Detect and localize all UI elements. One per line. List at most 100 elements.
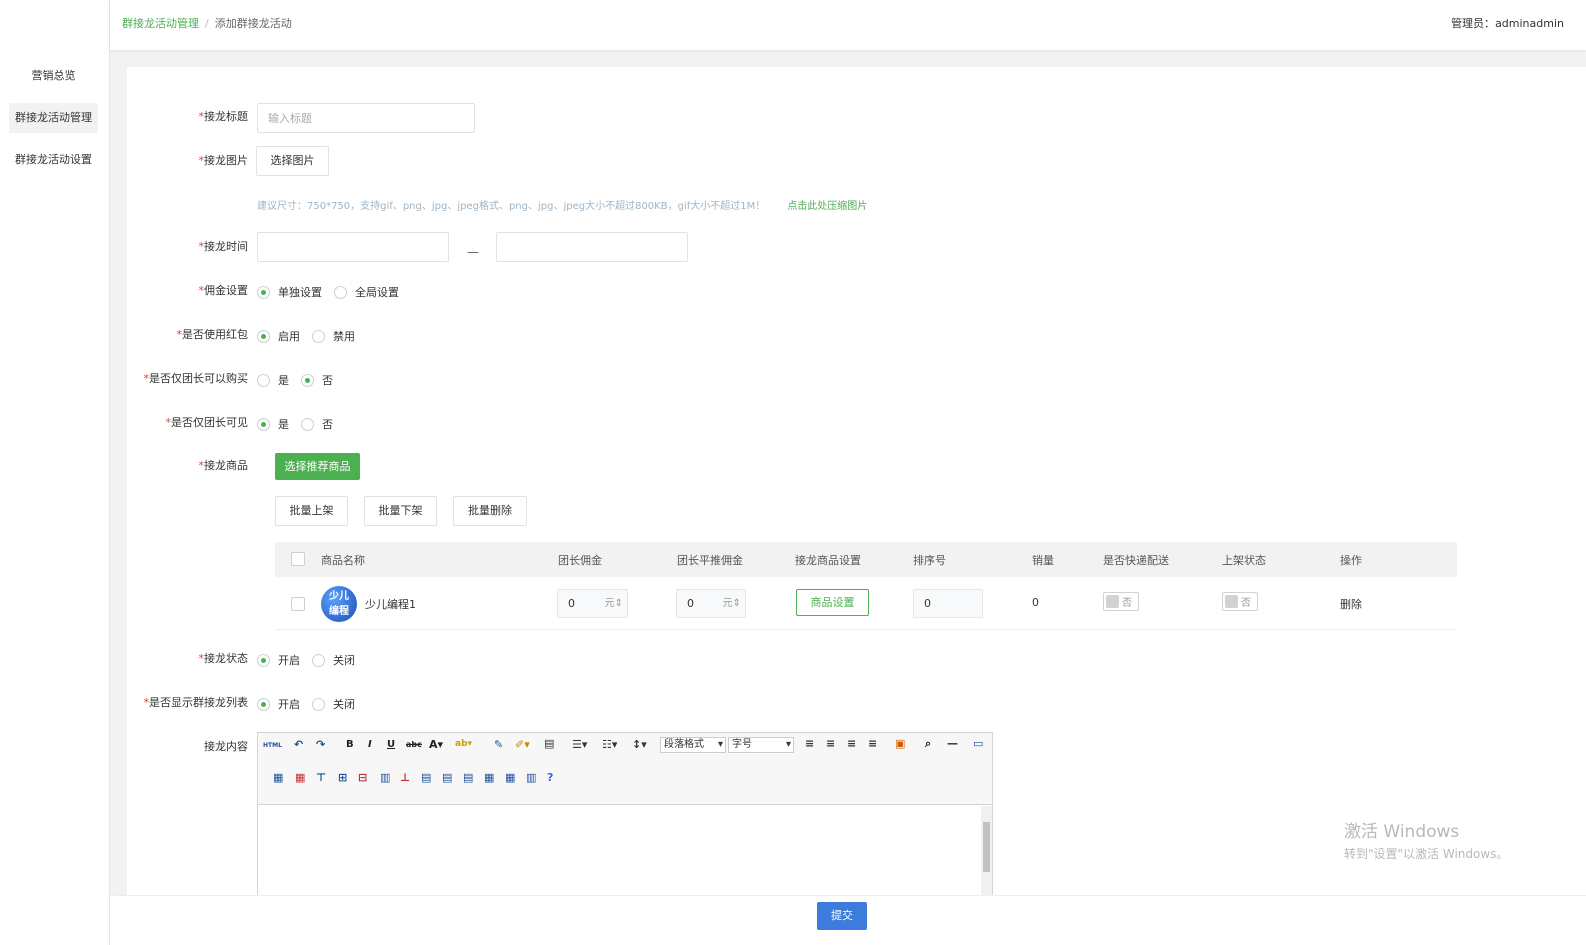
breadcrumb-separator: / [205, 17, 209, 30]
goods-table-header: 商品名称 团长佣金 团长平推佣金 接龙商品设置 排序号 销量 是否快递配送 上架… [275, 542, 1457, 577]
th-sales: 销量 [1032, 554, 1054, 567]
image-icon[interactable]: ▣ [895, 737, 905, 750]
watermark-line1: 激活 Windows [1344, 822, 1460, 842]
table-caption-icon[interactable]: ⊤ [316, 771, 326, 784]
insert-row-icon[interactable]: ⊞ [338, 771, 347, 784]
insert-column-icon[interactable]: ▥ [380, 771, 390, 784]
radio-leader-visible-yes[interactable]: 是 [257, 416, 289, 432]
italic-icon[interactable]: I [368, 739, 372, 750]
redo-icon[interactable]: ↷ [316, 738, 325, 751]
image-hint: 建议尺寸：750*750，支持gif、png、jpg、jpeg格式、png、jp… [257, 201, 868, 212]
sidebar-item-activity-settings[interactable]: 群接龙活动设置 [9, 145, 98, 175]
select-goods-button[interactable]: 选择推荐商品 [275, 453, 360, 480]
breadcrumb-current: 添加群接龙活动 [214, 17, 292, 30]
paragraph-format-select[interactable]: 段落格式 ▾ [660, 737, 726, 753]
split-rows-icon[interactable]: ▦ [505, 771, 515, 784]
radio-status-close[interactable]: 关闭 [312, 652, 355, 668]
start-time-input[interactable] [257, 232, 449, 262]
express-switch[interactable]: 否 [1103, 592, 1139, 611]
radio-show-open[interactable]: 开启 [257, 696, 300, 712]
sidebar-item-overview[interactable]: 营销总览 [9, 61, 98, 91]
bold-icon[interactable]: B [346, 739, 354, 750]
unordered-list-icon[interactable]: ☷▾ [602, 738, 617, 751]
leader-buy-label: *是否仅团长可以购买 [143, 372, 249, 385]
shelf-switch[interactable]: 否 [1222, 592, 1258, 611]
html-source-button[interactable]: HTML [263, 742, 282, 749]
delete-table-icon[interactable]: ▦ [295, 771, 305, 784]
row-checkbox[interactable] [291, 597, 305, 611]
admin-name[interactable]: adminadmin [1495, 17, 1564, 30]
breadcrumb-link[interactable]: 群接龙活动管理 [122, 17, 199, 30]
editor-scrollbar[interactable] [981, 806, 992, 895]
radio-leader-visible-no[interactable]: 否 [301, 416, 333, 432]
show-list-radio-group: 开启 关闭 [257, 696, 367, 712]
sort-input[interactable]: 0 [913, 589, 983, 618]
th-action: 操作 [1340, 554, 1362, 567]
sidebar-item-activity-manage[interactable]: 群接龙活动管理 [9, 103, 98, 133]
split-cells-icon[interactable]: ▦ [484, 771, 494, 784]
choose-image-button[interactable]: 选择图片 [256, 146, 329, 176]
underline-icon[interactable]: U [387, 739, 395, 750]
radio-leader-buy-yes[interactable]: 是 [257, 372, 289, 388]
radio-leader-buy-no[interactable]: 否 [301, 372, 333, 388]
leader-visible-radio-group: 是 否 [257, 416, 345, 432]
submit-button[interactable]: 提交 [817, 902, 867, 930]
split-columns-icon[interactable]: ▥ [526, 771, 536, 784]
radio-status-open[interactable]: 开启 [257, 652, 300, 668]
batch-off-shelf-button[interactable]: 批量下架 [364, 496, 437, 526]
horizontal-rule-icon[interactable]: — [947, 737, 958, 750]
merge-right-icon[interactable]: ▤ [442, 771, 452, 784]
merge-down-icon[interactable]: ▤ [463, 771, 473, 784]
radio-enable[interactable]: 启用 [257, 328, 300, 344]
product-avatar: 少儿 编程 [321, 586, 357, 622]
batch-delete-button[interactable]: 批量删除 [453, 496, 527, 526]
status-radio-group: 开启 关闭 [257, 652, 367, 668]
eraser-icon[interactable]: ✎ [494, 738, 503, 751]
ordered-list-icon[interactable]: ☰▾ [572, 738, 587, 751]
line-height-icon[interactable]: ↕▾ [632, 738, 647, 751]
goods-settings-button[interactable]: 商品设置 [796, 589, 869, 616]
form-panel: *接龙标题 *接龙图片 选择图片 建议尺寸：750*750，支持gif、png、… [127, 67, 1586, 895]
select-all-checkbox[interactable] [291, 552, 305, 566]
windows-activation-watermark: 激活 Windows 转到"设置"以激活 Windows。 [1344, 817, 1508, 862]
th-shelf: 上架状态 [1222, 554, 1266, 567]
radio-show-close[interactable]: 关闭 [312, 696, 355, 712]
end-time-input[interactable] [496, 232, 688, 262]
editor-toolbar: HTML ↶ ↷ B I U abc A▾ ab▾ ✎ ✐▾ ▤ ☰▾ ☷▾ ↕… [258, 733, 992, 805]
commission-input[interactable]: 0 元⇕ [557, 589, 628, 618]
align-justify-icon[interactable]: ≡ [868, 737, 877, 750]
align-center-icon[interactable]: ≡ [826, 737, 835, 750]
title-input[interactable] [257, 103, 475, 133]
compress-image-link[interactable]: 点击此处压缩图片 [787, 201, 867, 212]
align-right-icon[interactable]: ≡ [847, 737, 856, 750]
font-color-icon[interactable]: A▾ [429, 738, 443, 751]
flat-commission-input[interactable]: 0 元⇕ [676, 589, 746, 618]
highlight-icon[interactable]: ab▾ [455, 739, 472, 749]
align-left-icon[interactable]: ≡ [805, 737, 814, 750]
delete-column-icon[interactable]: ⊥ [400, 771, 410, 784]
undo-icon[interactable]: ↶ [294, 738, 303, 751]
insert-table-icon[interactable]: ▦ [273, 771, 283, 784]
merge-cells-icon[interactable]: ▤ [421, 771, 431, 784]
fullscreen-icon[interactable]: ▭ [973, 737, 983, 750]
delete-row-icon[interactable]: ⊟ [358, 771, 367, 784]
strikethrough-icon[interactable]: abc [406, 740, 422, 749]
radio-disable[interactable]: 禁用 [312, 328, 355, 344]
commission-radio-group: 单独设置 全局设置 [257, 284, 411, 300]
paste-icon[interactable]: ▤ [544, 737, 554, 750]
batch-on-shelf-button[interactable]: 批量上架 [275, 496, 348, 526]
rich-text-editor: HTML ↶ ↷ B I U abc A▾ ab▾ ✎ ✐▾ ▤ ☰▾ ☷▾ ↕… [257, 732, 993, 895]
delete-link[interactable]: 删除 [1340, 596, 1362, 612]
radio-global[interactable]: 全局设置 [334, 284, 399, 300]
search-replace-icon[interactable]: ⌕ [925, 737, 931, 751]
format-brush-icon[interactable]: ✐▾ [515, 738, 530, 751]
font-size-select[interactable]: 字号 ▾ [728, 737, 794, 753]
radio-individual[interactable]: 单独设置 [257, 284, 322, 300]
breadcrumb: 群接龙活动管理 / 添加群接龙活动 [122, 15, 292, 31]
th-express: 是否快递配送 [1103, 554, 1169, 567]
image-label: *接龙图片 [198, 154, 249, 167]
help-icon[interactable]: ? [547, 771, 553, 784]
time-separator: — [467, 245, 479, 259]
leader-visible-label: *是否仅团长可见 [165, 416, 249, 429]
commission-label: *佣金设置 [198, 284, 249, 297]
